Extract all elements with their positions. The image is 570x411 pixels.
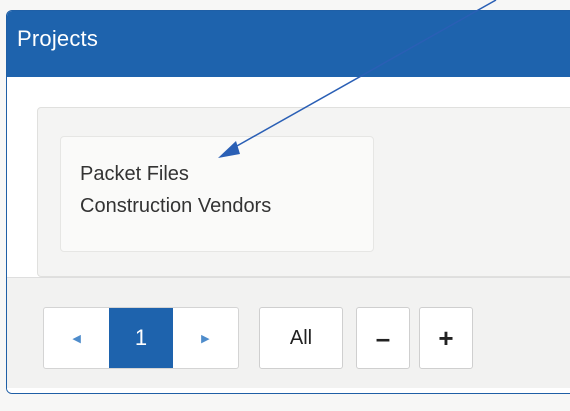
project-item-packet-files[interactable]: Packet Files	[80, 163, 189, 186]
caret-left-icon: ◀	[72, 332, 81, 345]
pagination-prev-button[interactable]: ◀	[44, 308, 109, 368]
panel-header: Projects	[7, 11, 570, 78]
pagination-next-button[interactable]: ▶	[173, 308, 238, 368]
project-list-well: Packet Files Construction Vendors	[37, 107, 570, 277]
show-all-button[interactable]: All	[259, 307, 343, 369]
project-item-construction-vendors[interactable]: Construction Vendors	[80, 195, 271, 218]
project-list-card: Packet Files Construction Vendors	[60, 136, 374, 252]
screenshot-canvas: Projects Packet Files Construction Vendo…	[0, 0, 570, 411]
panel-toolbar: ◀ 1 ▶ All – +	[7, 277, 570, 388]
projects-panel: Projects Packet Files Construction Vendo…	[6, 10, 570, 394]
pagination-page-1[interactable]: 1	[109, 308, 173, 368]
expand-button[interactable]: +	[419, 307, 473, 369]
pagination: ◀ 1 ▶	[43, 307, 239, 369]
panel-title: Projects	[17, 26, 99, 51]
panel-body: Packet Files Construction Vendors ◀ 1 ▶ …	[7, 77, 570, 393]
collapse-button[interactable]: –	[356, 307, 410, 369]
caret-right-icon: ▶	[201, 332, 210, 345]
